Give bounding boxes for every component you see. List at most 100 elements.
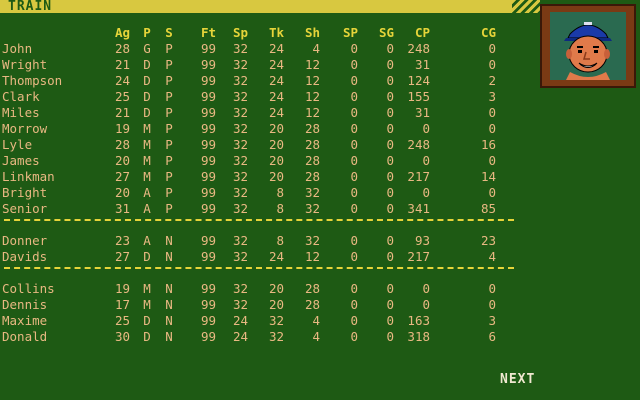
player-speed: 32	[232, 233, 248, 248]
table-row[interactable]: Davids 27 D N 99 32 24 12 0 0 217 4	[0, 249, 520, 265]
table-row[interactable]: Collins 19 M N 99 32 20 28 0 0 0 0	[0, 281, 520, 297]
player-career-played: 0	[422, 281, 430, 296]
player-tackling: 20	[268, 137, 284, 152]
player-season-goals: 0	[386, 233, 394, 248]
player-tackling: 20	[268, 153, 284, 168]
player-season-played: 0	[350, 169, 358, 184]
player-season-goals: 0	[386, 297, 394, 312]
player-status: P	[165, 89, 173, 104]
player-name: Bright	[2, 185, 48, 200]
player-speed: 24	[232, 329, 248, 344]
player-tackling: 24	[268, 249, 284, 264]
player-career-played: 341	[407, 201, 430, 216]
title-bar: TRAIN	[0, 0, 516, 14]
player-speed: 32	[232, 153, 248, 168]
player-age: 19	[114, 281, 130, 296]
player-status: P	[165, 105, 173, 120]
player-shooting: 4	[312, 329, 320, 344]
player-name: John	[2, 41, 33, 56]
player-status: P	[165, 153, 173, 168]
player-speed: 32	[232, 89, 248, 104]
player-fitness: 99	[200, 281, 216, 296]
player-age: 25	[114, 313, 130, 328]
table-row[interactable]: Miles 21 D P 99 32 24 12 0 0 31 0	[0, 105, 520, 121]
player-speed: 32	[232, 185, 248, 200]
table-row[interactable]: Bright 20 A P 99 32 8 32 0 0 0 0	[0, 185, 520, 201]
player-season-played: 0	[350, 281, 358, 296]
table-row[interactable]: Donald 30 D N 99 24 32 4 0 0 318 6	[0, 329, 520, 345]
player-tackling: 32	[268, 329, 284, 344]
player-shooting: 32	[304, 233, 320, 248]
player-season-goals: 0	[386, 121, 394, 136]
table-row[interactable]: Dennis 17 M N 99 32 20 28 0 0 0 0	[0, 297, 520, 313]
player-season-goals: 0	[386, 57, 394, 72]
player-position: M	[143, 281, 151, 296]
player-shooting: 28	[304, 169, 320, 184]
table-row[interactable]: Wright 21 D P 99 32 24 12 0 0 31 0	[0, 57, 520, 73]
player-shooting: 12	[304, 89, 320, 104]
player-season-goals: 0	[386, 201, 394, 216]
player-tackling: 24	[268, 57, 284, 72]
player-portrait	[540, 4, 636, 88]
table-row[interactable]: John 28 G P 99 32 24 4 0 0 248 0	[0, 41, 520, 57]
player-shooting: 28	[304, 121, 320, 136]
player-fitness: 99	[200, 201, 216, 216]
player-fitness: 99	[200, 153, 216, 168]
player-season-goals: 0	[386, 153, 394, 168]
player-status: N	[165, 297, 173, 312]
header-position: P	[143, 25, 151, 40]
player-career-played: 318	[407, 329, 430, 344]
player-status: P	[165, 121, 173, 136]
player-season-played: 0	[350, 89, 358, 104]
player-career-played: 248	[407, 41, 430, 56]
player-tackling: 24	[268, 73, 284, 88]
player-age: 28	[114, 41, 130, 56]
table-row[interactable]: Morrow 19 M P 99 32 20 28 0 0 0 0	[0, 121, 520, 137]
player-season-goals: 0	[386, 73, 394, 88]
header-speed: Sp	[232, 25, 248, 40]
table-row[interactable]: Lyle 28 M P 99 32 20 28 0 0 248 16	[0, 137, 520, 153]
table-row[interactable]: Maxime 25 D N 99 24 32 4 0 0 163 3	[0, 313, 520, 329]
player-career-goals: 0	[488, 153, 496, 168]
player-tackling: 32	[268, 313, 284, 328]
player-fitness: 99	[200, 169, 216, 184]
column-header-row: Ag P S Ft Sp Tk Sh SP SG CP CG	[0, 25, 520, 41]
player-fitness: 99	[200, 249, 216, 264]
table-row[interactable]: James 20 M P 99 32 20 28 0 0 0 0	[0, 153, 520, 169]
player-name: Lyle	[2, 137, 33, 152]
player-career-goals: 85	[480, 201, 496, 216]
player-career-played: 0	[422, 153, 430, 168]
player-season-goals: 0	[386, 169, 394, 184]
player-speed: 32	[232, 249, 248, 264]
player-shooting: 28	[304, 153, 320, 168]
player-season-goals: 0	[386, 329, 394, 344]
player-position: A	[143, 185, 151, 200]
player-status: P	[165, 57, 173, 72]
table-row[interactable]: Donner 23 A N 99 32 8 32 0 0 93 23	[0, 233, 520, 249]
player-age: 21	[114, 57, 130, 72]
player-fitness: 99	[200, 297, 216, 312]
player-career-played: 248	[407, 137, 430, 152]
player-tackling: 24	[268, 89, 284, 104]
player-shooting: 12	[304, 73, 320, 88]
player-speed: 32	[232, 137, 248, 152]
player-career-goals: 0	[488, 297, 496, 312]
player-career-played: 155	[407, 89, 430, 104]
table-row[interactable]: Senior 31 A P 99 32 8 32 0 0 341 85	[0, 201, 520, 217]
player-speed: 32	[232, 281, 248, 296]
player-fitness: 99	[200, 73, 216, 88]
player-shooting: 4	[312, 313, 320, 328]
player-career-goals: 0	[488, 281, 496, 296]
player-career-goals: 16	[480, 137, 496, 152]
table-row[interactable]: Linkman 27 M P 99 32 20 28 0 0 217 14	[0, 169, 520, 185]
player-career-goals: 0	[488, 57, 496, 72]
player-tackling: 20	[268, 297, 284, 312]
next-button[interactable]: NEXT	[500, 372, 535, 387]
player-shooting: 12	[304, 249, 320, 264]
player-age: 20	[114, 185, 130, 200]
table-row[interactable]: Clark 25 D P 99 32 24 12 0 0 155 3	[0, 89, 520, 105]
header-career-goals: CG	[480, 25, 496, 40]
player-position: M	[143, 121, 151, 136]
table-row[interactable]: Thompson 24 D P 99 32 24 12 0 0 124 2	[0, 73, 520, 89]
player-season-played: 0	[350, 329, 358, 344]
